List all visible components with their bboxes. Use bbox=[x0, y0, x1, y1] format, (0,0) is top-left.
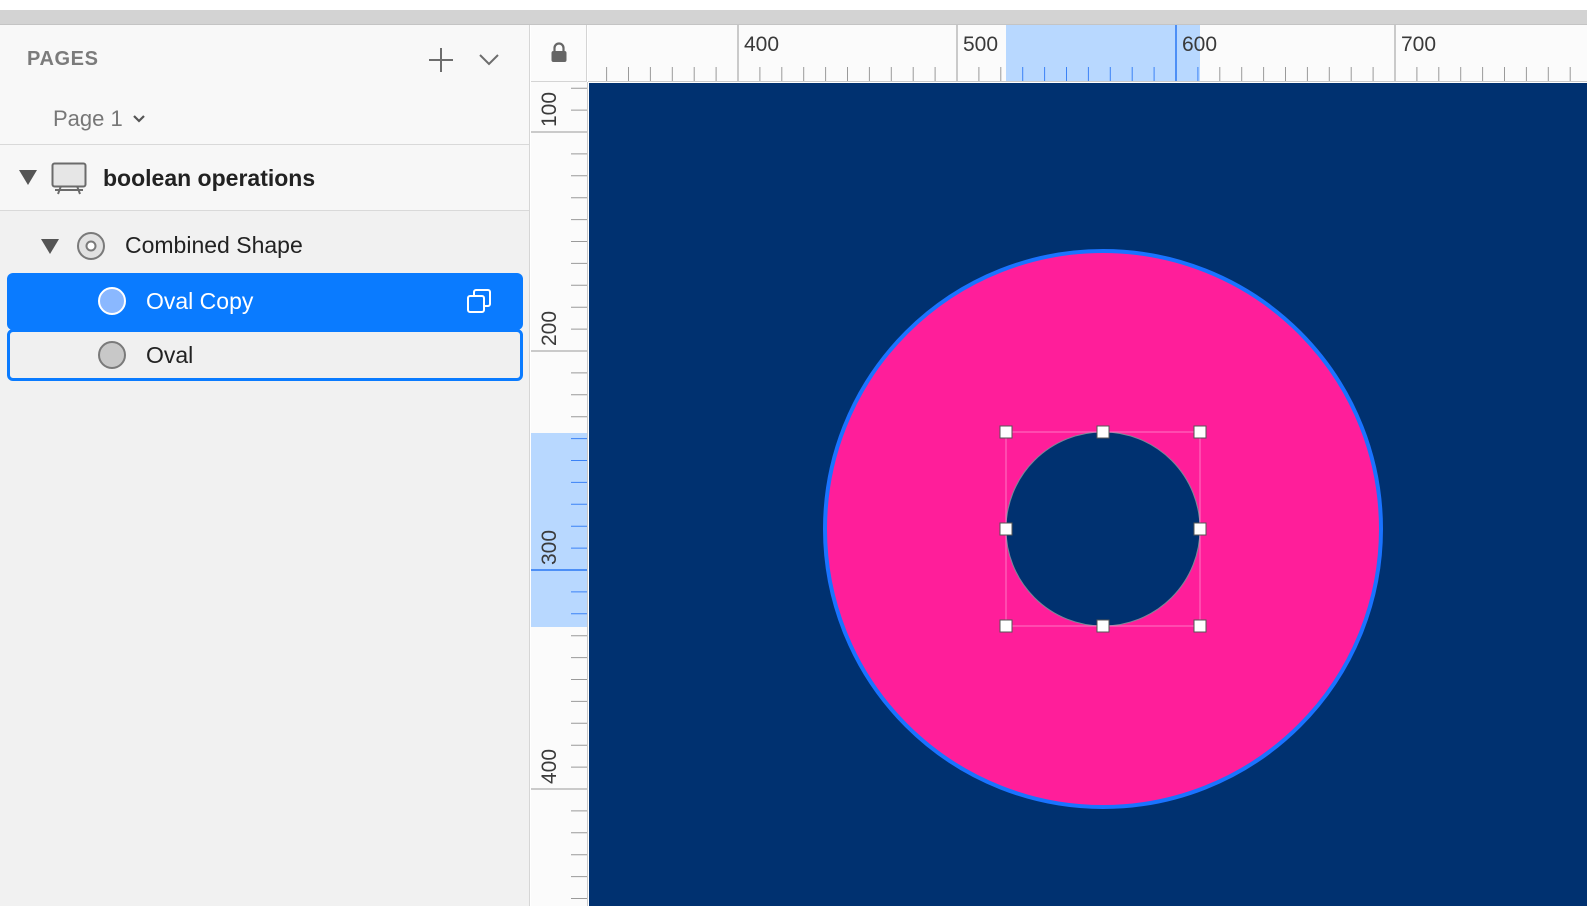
oval-copy-outline bbox=[1005, 431, 1201, 627]
layers-sidebar: PAGES Page 1 boolean operations Combined… bbox=[0, 25, 530, 906]
horizontal-ruler-scale: 400 500 600 700 bbox=[606, 25, 1571, 81]
lock-icon bbox=[551, 42, 566, 62]
vertical-ruler[interactable]: 100 200 300 400 bbox=[531, 82, 588, 906]
chevron-down-icon bbox=[132, 115, 145, 123]
page-selector[interactable]: Page 1 bbox=[53, 104, 146, 134]
ruler-label: 500 bbox=[963, 33, 998, 56]
ruler-label: 700 bbox=[1401, 33, 1436, 56]
chevron-down-icon bbox=[479, 54, 499, 66]
resize-handle-bottom[interactable] bbox=[1096, 619, 1110, 633]
boolean-mode-icon[interactable] bbox=[466, 288, 492, 314]
disclosure-triangle-icon[interactable] bbox=[40, 238, 60, 255]
plus-icon bbox=[429, 48, 453, 72]
ruler-selection-highlight bbox=[1006, 25, 1200, 81]
toolbar-strip bbox=[0, 0, 1587, 25]
artboard-icon bbox=[51, 162, 87, 195]
combined-shape-label: Combined Shape bbox=[125, 232, 303, 258]
ruler-label: 100 bbox=[538, 92, 561, 127]
pages-menu-button[interactable] bbox=[472, 43, 506, 77]
combined-shape[interactable] bbox=[825, 251, 1381, 807]
selection-bounding-box bbox=[1005, 431, 1201, 627]
disclosure-triangle-icon[interactable] bbox=[18, 169, 38, 186]
resize-handle-top-left[interactable] bbox=[999, 425, 1013, 439]
oval-label: Oval bbox=[146, 342, 194, 368]
artboard-boolean-operations bbox=[823, 249, 1383, 809]
ruler-label: 600 bbox=[1182, 33, 1217, 56]
combined-shape-icon bbox=[77, 232, 105, 260]
ruler-label: 400 bbox=[744, 33, 779, 56]
resize-handle-top[interactable] bbox=[1096, 425, 1110, 439]
resize-handle-bottom-right[interactable] bbox=[1193, 619, 1207, 633]
resize-handle-left[interactable] bbox=[999, 522, 1013, 536]
ruler-label: 400 bbox=[538, 749, 561, 784]
add-page-button[interactable] bbox=[424, 43, 458, 77]
resize-handle-right[interactable] bbox=[1193, 522, 1207, 536]
resize-handle-bottom-left[interactable] bbox=[999, 619, 1013, 633]
artboard-label: boolean operations bbox=[103, 165, 316, 191]
resize-handle-top-right[interactable] bbox=[1193, 425, 1207, 439]
pages-section: PAGES Page 1 bbox=[0, 25, 529, 145]
page-selector-label: Page 1 bbox=[53, 106, 123, 131]
pages-title: PAGES bbox=[27, 48, 99, 70]
vertical-ruler-scale: 100 200 300 400 bbox=[531, 87, 587, 899]
oval-copy-label: Oval Copy bbox=[146, 288, 254, 314]
canvas[interactable] bbox=[589, 83, 1587, 906]
layer-row-combined-shape[interactable]: Combined Shape bbox=[0, 215, 529, 273]
horizontal-ruler[interactable]: 400 500 600 700 bbox=[588, 25, 1587, 82]
ruler-label: 300 bbox=[538, 530, 561, 565]
layer-row-oval[interactable]: Oval bbox=[7, 329, 523, 381]
oval-icon bbox=[98, 287, 126, 315]
ruler-label: 200 bbox=[538, 311, 561, 346]
sketch-window: PAGES Page 1 boolean operations Combined… bbox=[0, 0, 1587, 906]
layer-row-artboard[interactable]: boolean operations bbox=[0, 145, 529, 211]
oval-icon bbox=[98, 341, 126, 369]
layer-row-oval-copy[interactable]: Oval Copy bbox=[7, 273, 523, 330]
ruler-lock-toggle[interactable] bbox=[531, 25, 587, 82]
